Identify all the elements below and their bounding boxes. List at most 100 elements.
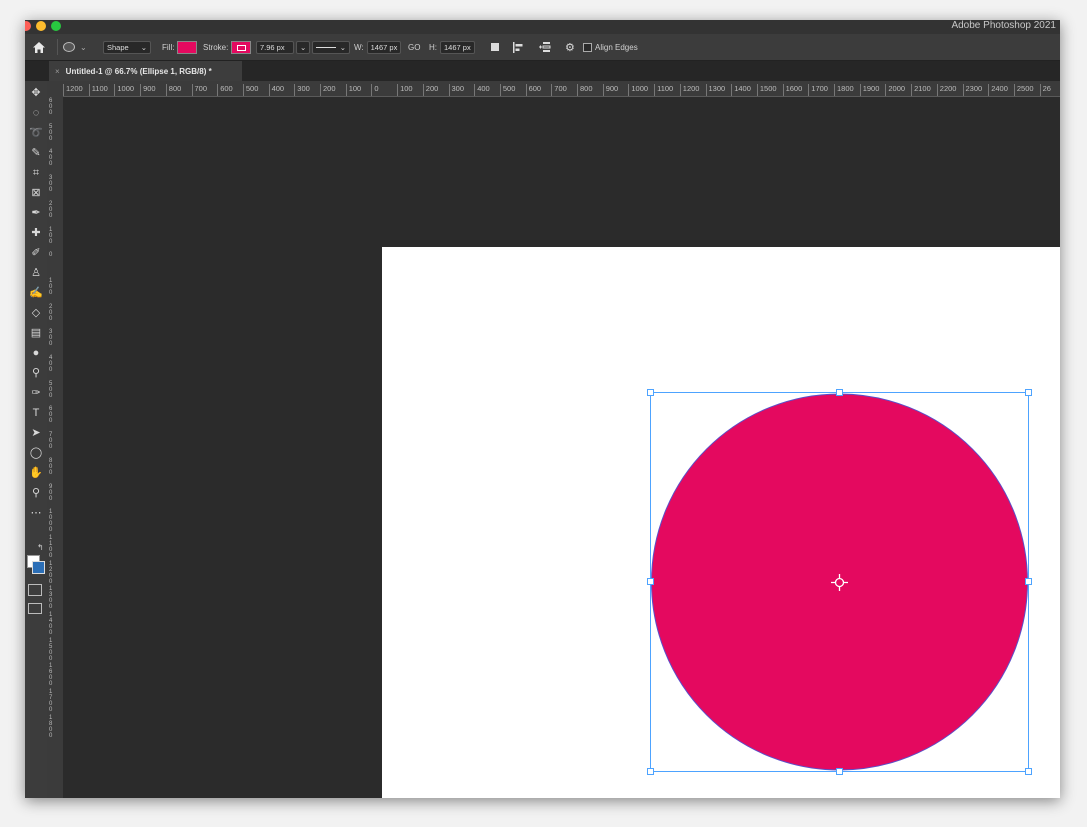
checkbox-icon <box>583 42 592 52</box>
width-field[interactable]: 1467 px <box>366 40 402 54</box>
ruler-tick-label: 100 <box>49 226 53 245</box>
handle-top-left[interactable] <box>647 389 654 396</box>
ruler-tick-label: 600 <box>49 98 53 116</box>
shape-mode-select[interactable]: Shape ⌄ <box>103 34 151 60</box>
clone-stamp-tool-icon[interactable]: ♙ <box>27 265 45 281</box>
reference-point-icon[interactable] <box>831 574 848 591</box>
close-window-button[interactable] <box>25 21 31 31</box>
frame-tool-icon[interactable]: ⊠ <box>27 185 45 201</box>
move-tool-icon[interactable]: ✥ <box>27 85 45 101</box>
ruler-tick-label: 900 <box>49 483 53 502</box>
ruler-tick-label: 1200 <box>679 84 699 96</box>
brush-tool-icon[interactable]: ✐ <box>27 245 45 261</box>
gradient-tool-icon[interactable]: ▤ <box>27 325 45 341</box>
ruler-tick-label: 700 <box>191 84 207 96</box>
zoom-tool-icon[interactable]: ⚲ <box>27 485 45 501</box>
ruler-tick-label: 1100 <box>654 84 673 96</box>
dodge-tool-icon[interactable]: ⚲ <box>27 365 45 381</box>
ruler-tick-label: 800 <box>49 457 53 476</box>
ruler-tick-label: 2000 <box>885 84 905 96</box>
type-tool-icon[interactable]: T <box>27 405 45 421</box>
chevron-down-icon: ⌄ <box>140 42 147 52</box>
handle-middle-right[interactable] <box>1025 578 1032 585</box>
eyedropper-tool-icon[interactable]: ✒ <box>27 205 45 221</box>
minimize-window-button[interactable] <box>36 21 46 31</box>
ruler-tick-label: 1000 <box>114 84 134 96</box>
ruler-tick-label: 1500 <box>756 84 777 96</box>
transform-bounding-box[interactable] <box>647 389 1032 775</box>
more-tools-icon[interactable]: ⋯ <box>27 505 45 521</box>
ruler-tick-label: 2500 <box>1013 84 1034 96</box>
background-color-swatch[interactable] <box>32 561 45 574</box>
path-arrangement-button[interactable] <box>537 34 551 60</box>
align-edges-checkbox[interactable]: Align Edges <box>583 34 638 60</box>
lasso-tool-icon[interactable]: ➰ <box>27 125 45 141</box>
quick-selection-tool-icon[interactable]: ✎ <box>27 145 45 161</box>
hand-tool-icon[interactable]: ✋ <box>27 465 45 481</box>
home-button[interactable] <box>33 34 45 60</box>
ruler-tick-label: 300 <box>49 329 53 348</box>
ellipse-tool-icon[interactable]: ◯ <box>27 445 45 461</box>
chevron-down-icon: ⌄ <box>80 42 87 52</box>
quick-mask-icon[interactable] <box>28 584 42 596</box>
pen-tool-icon[interactable]: ✑ <box>27 385 45 401</box>
ruler-tick-label: 1200 <box>63 84 83 96</box>
handle-middle-left[interactable] <box>647 578 654 585</box>
tools-panel: ✥ ◌ ➰ ✎ ⌗ ⊠ ✒ ✚ ✐ ♙ ✍ ◇ ▤ ● ⚲ ✑ T ➤ ◯ ✋ ⚲ ⋯ ↰ <box>25 81 48 798</box>
ruler-tick-label: 1100 <box>88 84 108 96</box>
ruler-tick-label: 2200 <box>936 84 956 96</box>
path-alignment-button[interactable] <box>513 34 524 60</box>
ruler-tick-label: 1100 <box>49 534 53 559</box>
ruler-tick-label: 1300 <box>705 84 725 96</box>
width-label: W: <box>354 42 364 52</box>
ruler-tick-label: 2100 <box>911 84 931 96</box>
history-brush-tool-icon[interactable]: ✍ <box>27 285 45 301</box>
ruler-tick-label: 900 <box>140 84 156 96</box>
vertical-ruler[interactable]: 600 500 400 300 200 100 0 100 200 300 400 500 600 700… <box>47 96 64 798</box>
healing-brush-tool-icon[interactable]: ✚ <box>27 225 45 241</box>
stroke-swatch[interactable] <box>231 40 252 54</box>
ruler-tick-label: 800 <box>165 84 181 96</box>
ruler-tick-label: 700 <box>49 432 53 451</box>
ruler-origin[interactable] <box>47 81 63 96</box>
ruler-tick-label: 800 <box>577 84 593 96</box>
photoshop-window: Adobe Photoshop 2021 ⌄ Shape ⌄ Fill: Str… <box>25 20 1060 798</box>
stroke-width-field[interactable]: 7.96 px ⌄ <box>256 34 310 60</box>
path-selection-tool-icon[interactable]: ➤ <box>27 425 45 441</box>
ruler-tick-label: 400 <box>49 355 53 373</box>
ruler-tick-label: 1600 <box>49 663 53 688</box>
height-label: H: <box>429 42 437 52</box>
link-dimensions-icon[interactable]: GO <box>408 43 420 52</box>
horizontal-ruler[interactable]: 1200 1100 1000 900 800 700 600 500 400 300 200 100 0… <box>63 81 1060 97</box>
document-tab[interactable]: × Untitled-1 @ 66.7% (Ellipse 1, RGB/8) … <box>49 61 242 81</box>
ruler-tick-label: 500 <box>499 84 515 96</box>
path-operations-button[interactable] <box>491 34 499 60</box>
ruler-tick-label: 400 <box>49 149 53 168</box>
handle-top-right[interactable] <box>1025 389 1032 396</box>
settings-button[interactable]: ⚙ <box>565 34 575 60</box>
blur-tool-icon[interactable]: ● <box>27 345 45 361</box>
canvas-area[interactable] <box>63 97 1060 798</box>
eraser-tool-icon[interactable]: ◇ <box>27 305 45 321</box>
close-tab-icon[interactable]: × <box>55 67 60 76</box>
height-field[interactable]: 1467 px <box>440 40 475 54</box>
chevron-down-icon[interactable]: ⌄ <box>296 40 310 54</box>
handle-top-center[interactable] <box>836 389 843 396</box>
ruler-tick-label: 1200 <box>49 560 53 585</box>
ruler-tick-label: 100 <box>345 84 361 96</box>
handle-bottom-right[interactable] <box>1025 768 1032 775</box>
tool-preset-picker[interactable]: ⌄ <box>63 34 87 60</box>
stroke-type-select[interactable]: ⌄ <box>312 34 350 60</box>
screen-mode-icon[interactable] <box>28 603 42 614</box>
ruler-tick-label: 400 <box>474 84 490 96</box>
swap-colors-icon[interactable]: ↰ <box>37 543 44 552</box>
handle-bottom-center[interactable] <box>836 768 843 775</box>
fill-swatch[interactable] <box>177 40 198 54</box>
ruler-tick-label: 300 <box>294 84 310 96</box>
title-bar: Adobe Photoshop 2021 <box>25 20 1060 34</box>
crop-tool-icon[interactable]: ⌗ <box>27 165 45 181</box>
marquee-tool-icon[interactable]: ◌ <box>27 105 45 121</box>
ruler-tick-label: 2300 <box>962 84 982 96</box>
handle-bottom-left[interactable] <box>647 768 654 775</box>
zoom-window-button[interactable] <box>51 21 61 31</box>
